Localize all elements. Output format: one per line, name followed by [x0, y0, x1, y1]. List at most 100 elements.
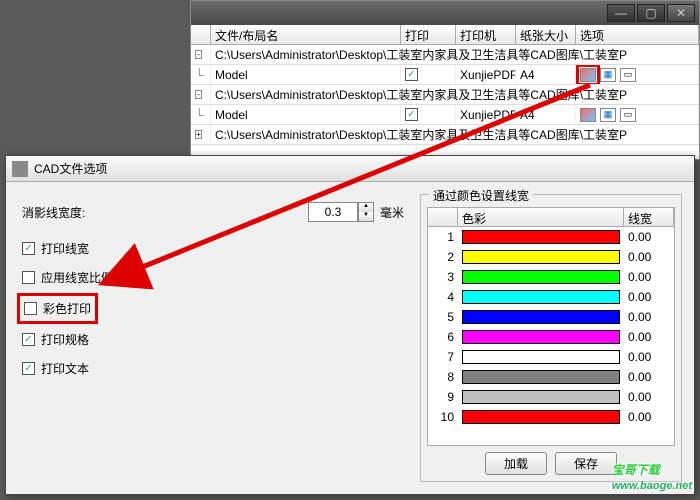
grid-body: - C:\Users\Administrator\Desktop\工装室内家具及… — [191, 45, 699, 145]
file-path: C:\Users\Administrator\Desktop\工装室内家具及卫生… — [211, 125, 699, 144]
color-lineweight-group: 通过颜色设置线宽 色彩 线宽 1 0.002 0.003 0.004 0.005… — [420, 194, 682, 482]
linewidth-value[interactable]: 0.00 — [624, 389, 674, 405]
checkbox[interactable]: ✓ — [22, 333, 35, 346]
color-swatch[interactable] — [462, 270, 620, 284]
checkbox[interactable]: ✓ — [22, 362, 35, 375]
hidden-line-label: 消影线宽度: — [22, 204, 308, 221]
grid-header: 文件/布局名 打印 打印机 纸张大小 选项 — [191, 25, 699, 45]
linewidth-value[interactable]: 0.00 — [624, 409, 674, 425]
color-row[interactable]: 2 0.00 — [428, 247, 674, 267]
linewidth-value[interactable]: 0.00 — [624, 269, 674, 285]
file-path: C:\Users\Administrator\Desktop\工装室内家具及卫生… — [211, 85, 699, 104]
linewidth-value[interactable]: 0.00 — [624, 289, 674, 305]
color-swatch[interactable] — [462, 350, 620, 364]
paper-cell[interactable]: A4 — [516, 65, 576, 84]
color-index: 2 — [428, 249, 458, 265]
checkbox-label: 打印线宽 — [41, 240, 89, 257]
options-icon[interactable] — [580, 68, 596, 82]
color-index: 7 — [428, 349, 458, 365]
options-icon[interactable] — [580, 108, 596, 122]
linewidth-value[interactable]: 0.00 — [624, 309, 674, 325]
color-index: 5 — [428, 309, 458, 325]
title-bar: — ▢ ✕ — [191, 1, 699, 25]
page-icon[interactable]: ▭ — [620, 108, 636, 122]
col-linewidth: 线宽 — [624, 208, 674, 226]
color-table-body[interactable]: 1 0.002 0.003 0.004 0.005 0.006 0.007 0.… — [427, 227, 675, 446]
checkbox-row: ✓ 打印线宽 — [22, 240, 404, 257]
checkbox-row: ✓ 打印规格 — [22, 331, 404, 348]
linewidth-value[interactable]: 0.00 — [624, 249, 674, 265]
color-index: 4 — [428, 289, 458, 305]
table-row[interactable]: + C:\Users\Administrator\Desktop\工装室内家具及… — [191, 125, 699, 145]
table-row[interactable]: └ Model ✓ XunjiePDF A4 ▦ ▭ — [191, 105, 699, 125]
color-swatch[interactable] — [462, 410, 620, 424]
printer-cell[interactable]: XunjiePDF — [456, 105, 516, 124]
color-group-label: 通过颜色设置线宽 — [429, 187, 533, 204]
col-paper[interactable]: 纸张大小 — [516, 25, 576, 44]
color-swatch[interactable] — [462, 370, 620, 384]
linewidth-value[interactable]: 0.00 — [624, 329, 674, 345]
page-icon[interactable]: ▭ — [620, 68, 636, 82]
checkbox-row: 彩色打印 — [22, 298, 93, 319]
tree-toggle-icon[interactable]: + — [195, 130, 202, 139]
color-swatch[interactable] — [462, 250, 620, 264]
color-index: 8 — [428, 369, 458, 385]
linewidth-value[interactable]: 0.00 — [624, 369, 674, 385]
col-filename[interactable]: 文件/布局名 — [211, 25, 401, 44]
minimize-button[interactable]: — — [607, 4, 635, 22]
color-row[interactable]: 6 0.00 — [428, 327, 674, 347]
table-row[interactable]: - C:\Users\Administrator\Desktop\工装室内家具及… — [191, 85, 699, 105]
hidden-line-input[interactable] — [308, 202, 358, 222]
color-row[interactable]: 4 0.00 — [428, 287, 674, 307]
color-row[interactable]: 3 0.00 — [428, 267, 674, 287]
print-checkbox[interactable]: ✓ — [405, 108, 418, 121]
col-print[interactable]: 打印 — [401, 25, 456, 44]
color-index: 3 — [428, 269, 458, 285]
color-row[interactable]: 9 0.00 — [428, 387, 674, 407]
hidden-line-spinner[interactable]: ▲▼ — [358, 202, 374, 222]
print-checkbox[interactable]: ✓ — [405, 68, 418, 81]
color-row[interactable]: 5 0.00 — [428, 307, 674, 327]
checkbox-label: 彩色打印 — [43, 300, 91, 317]
paper-cell[interactable]: A4 — [516, 105, 576, 124]
printer-cell[interactable]: XunjiePDF — [456, 65, 516, 84]
checkbox[interactable] — [22, 271, 35, 284]
color-table-header: 色彩 线宽 — [427, 207, 675, 227]
color-index: 10 — [428, 409, 458, 425]
color-row[interactable]: 8 0.00 — [428, 367, 674, 387]
dialog-icon — [12, 161, 28, 177]
main-window: — ▢ ✕ 文件/布局名 打印 打印机 纸张大小 选项 - C:\Users\A… — [190, 0, 700, 160]
color-row[interactable]: 7 0.00 — [428, 347, 674, 367]
checkbox-label: 应用线宽比例 — [41, 269, 113, 286]
linewidth-value[interactable]: 0.00 — [624, 349, 674, 365]
layout-icon[interactable]: ▦ — [600, 108, 616, 122]
color-swatch[interactable] — [462, 390, 620, 404]
linewidth-value[interactable]: 0.00 — [624, 229, 674, 245]
checkbox-row: ✓ 打印文本 — [22, 360, 404, 377]
layout-name: Model — [211, 105, 401, 124]
color-row[interactable]: 1 0.00 — [428, 227, 674, 247]
col-color: 色彩 — [458, 208, 624, 226]
checkbox-label: 打印规格 — [41, 331, 89, 348]
close-button[interactable]: ✕ — [667, 4, 695, 22]
color-swatch[interactable] — [462, 290, 620, 304]
save-button[interactable]: 保存 — [555, 452, 617, 475]
color-row[interactable]: 10 0.00 — [428, 407, 674, 427]
col-options[interactable]: 选项 — [576, 25, 699, 44]
tree-toggle-icon[interactable]: - — [195, 90, 202, 99]
checkbox[interactable]: ✓ — [22, 242, 35, 255]
table-row[interactable]: └ Model ✓ XunjiePDF A4 ▦ ▭ — [191, 65, 699, 85]
layout-icon[interactable]: ▦ — [600, 68, 616, 82]
cad-options-dialog: CAD文件选项 消影线宽度: ▲▼ 毫米 ✓ 打印线宽 应用线宽比例 彩色打印✓… — [5, 155, 695, 495]
col-printer[interactable]: 打印机 — [456, 25, 516, 44]
checkbox[interactable] — [24, 302, 37, 315]
tree-toggle-icon[interactable]: - — [195, 50, 202, 59]
table-row[interactable]: - C:\Users\Administrator\Desktop\工装室内家具及… — [191, 45, 699, 65]
load-button[interactable]: 加载 — [485, 452, 547, 475]
color-swatch[interactable] — [462, 310, 620, 324]
color-swatch[interactable] — [462, 230, 620, 244]
maximize-button[interactable]: ▢ — [637, 4, 665, 22]
color-swatch[interactable] — [462, 330, 620, 344]
checkbox-label: 打印文本 — [41, 360, 89, 377]
dialog-title: CAD文件选项 — [34, 160, 107, 177]
